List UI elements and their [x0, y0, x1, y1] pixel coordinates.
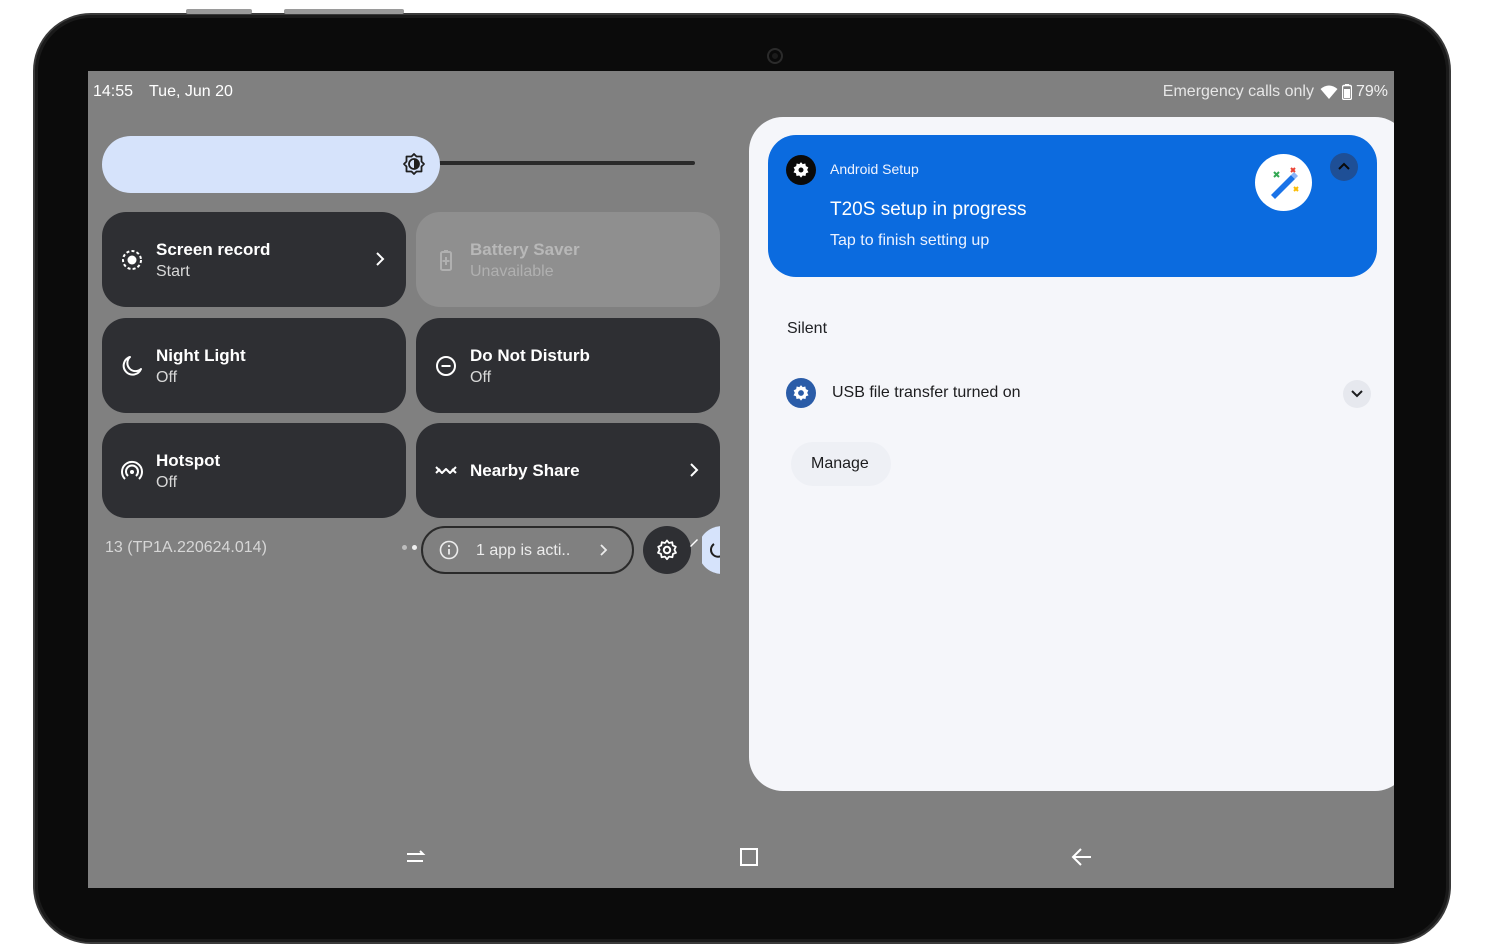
expand-button[interactable]: [1343, 380, 1371, 408]
status-time: 14:55: [93, 83, 134, 100]
tile-hotspot[interactable]: Hotspot Off: [102, 423, 406, 518]
active-apps-button[interactable]: 1 app is acti..: [421, 526, 634, 574]
tile-battery-saver[interactable]: Battery Saver Unavailable: [416, 212, 720, 307]
page-dot-active: [412, 545, 417, 550]
silent-section-label: Silent: [787, 320, 828, 337]
gear-icon: [793, 162, 809, 178]
page-dot: [402, 545, 407, 550]
chevron-right-icon: [376, 252, 385, 266]
brightness-slider[interactable]: [102, 136, 440, 193]
status-date: Tue, Jun 20: [149, 83, 233, 100]
nearby-share-icon: [435, 466, 457, 474]
tile-do-not-disturb[interactable]: Do Not Disturb Off: [416, 318, 720, 413]
tile-subtitle: Start: [156, 263, 190, 280]
screen-record-icon: [122, 250, 142, 270]
tile-screen-record[interactable]: Screen record Start: [102, 212, 406, 307]
status-indicators: Emergency calls only 79%: [1163, 83, 1388, 101]
hotspot-icon: [121, 460, 143, 480]
back-icon[interactable]: [1070, 846, 1094, 868]
gear-icon: [793, 385, 809, 401]
build-number: 13 (TP1A.220624.014): [105, 539, 267, 556]
page-indicator: [402, 545, 417, 550]
screen: 14:55 Tue, Jun 20 Emergency calls only 7…: [88, 71, 1394, 888]
usb-notification[interactable]: USB file transfer turned on: [771, 362, 1371, 422]
moon-icon: [122, 356, 142, 376]
chevron-up-icon: [1338, 162, 1350, 170]
settings-button[interactable]: [643, 526, 691, 574]
power-menu-button[interactable]: [702, 526, 720, 574]
carrier-text: Emergency calls only: [1162, 83, 1314, 100]
tile-title: Screen record: [156, 240, 271, 259]
notification-shade: Android Setup T20S setup in progress Tap…: [749, 117, 1394, 791]
front-camera: [767, 48, 783, 64]
tile-title: Nearby Share: [470, 461, 580, 480]
tile-night-light[interactable]: Night Light Off: [102, 318, 406, 413]
tile-subtitle: Unavailable: [470, 263, 554, 280]
tile-nearby-share[interactable]: Nearby Share: [416, 423, 720, 518]
tile-subtitle: Off: [156, 369, 178, 386]
recents-icon[interactable]: [404, 846, 426, 868]
tile-title: Do Not Disturb: [470, 346, 590, 365]
tile-title: Battery Saver: [470, 240, 580, 259]
wifi-icon: [1320, 85, 1338, 99]
manage-button[interactable]: Manage: [791, 442, 891, 486]
tile-title: Hotspot: [156, 451, 221, 470]
battery-percent: 79%: [1355, 83, 1388, 100]
chevron-down-icon: [1351, 390, 1363, 398]
notification-app-name: Android Setup: [830, 161, 919, 177]
volume-button: [186, 9, 252, 14]
usb-settings-icon: [786, 378, 816, 408]
brightness-icon: [403, 153, 425, 175]
tile-subtitle: Off: [156, 474, 178, 491]
do-not-disturb-icon: [436, 356, 456, 376]
power-icon: [710, 543, 720, 558]
usb-notification-text: USB file transfer turned on: [832, 384, 1021, 401]
chevron-right-icon: [690, 463, 699, 477]
tile-subtitle: Off: [470, 369, 492, 386]
home-icon[interactable]: [738, 846, 760, 868]
gear-icon: [657, 539, 677, 561]
android-setup-icon: [786, 155, 816, 185]
notification-title: T20S setup in progress: [830, 199, 1027, 220]
notification-body: Tap to finish setting up: [830, 232, 990, 249]
tile-title: Night Light: [156, 346, 246, 365]
magic-wand-icon: [1271, 167, 1299, 199]
setup-wand-badge: [1255, 154, 1312, 211]
power-button: [284, 9, 404, 14]
battery-icon: [1341, 84, 1352, 100]
collapse-button[interactable]: [1330, 153, 1358, 181]
manage-label: Manage: [811, 455, 869, 472]
chevron-right-icon: [600, 544, 608, 556]
info-icon: [439, 540, 459, 560]
active-apps-label: 1 app is acti..: [476, 542, 571, 559]
battery-saver-icon: [440, 250, 452, 271]
power-button-clip: [702, 511, 720, 591]
edit-icon[interactable]: [688, 536, 700, 548]
android-setup-notification[interactable]: Android Setup T20S setup in progress Tap…: [768, 135, 1377, 277]
